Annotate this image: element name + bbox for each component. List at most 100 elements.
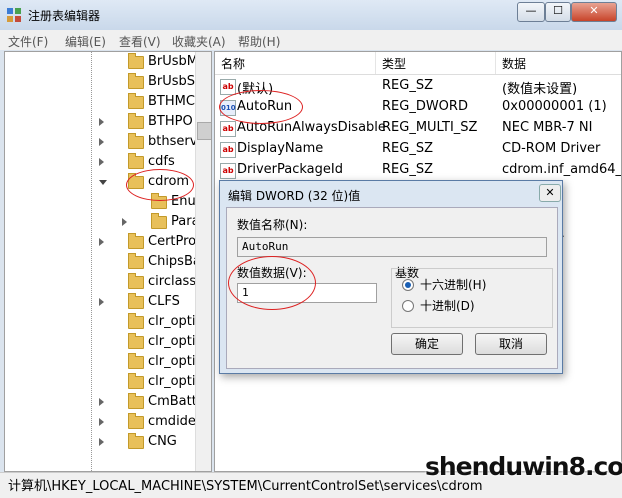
expand-arrow-icon[interactable] (99, 298, 104, 306)
tree-item[interactable]: BTHPO (5, 113, 195, 133)
string-value-icon: ab (220, 142, 236, 158)
tree-scroll-thumb[interactable] (197, 122, 211, 140)
expand-arrow-icon[interactable] (99, 438, 104, 446)
value-row[interactable]: ab AutoRunAlwaysDisable REG_MULTI_SZ NEC MB… (215, 118, 621, 139)
tree-item-label: CLFS (148, 294, 180, 309)
string-value-icon: ab (220, 163, 236, 179)
tree-item-label: clr_opti (148, 334, 196, 349)
dialog-close-button[interactable]: ✕ (539, 184, 561, 202)
tree-item-label: CmBatt (148, 394, 197, 409)
folder-icon (128, 153, 144, 169)
menu-help[interactable]: 帮助(H) (238, 33, 280, 50)
value-row[interactable]: 010 AutoRun REG_DWORD 0x00000001 (1) (215, 97, 621, 118)
value-row[interactable]: ab (默认) REG_SZ (数值未设置) (215, 76, 621, 97)
minimize-button[interactable]: — (517, 2, 545, 22)
menu-file[interactable]: 文件(F) (8, 33, 48, 50)
folder-icon (128, 253, 144, 269)
folder-icon (128, 413, 144, 429)
values-header: 名称 类型 数据 (215, 52, 621, 75)
tree-item[interactable]: BrUsbM (5, 53, 198, 73)
column-type[interactable]: 类型 (382, 55, 406, 72)
registry-tree[interactable]: BrUsbM BrUsbS BTHMC BTHPO bthserv cdfs cdrom En… (4, 51, 212, 472)
value-data-input[interactable]: 1 (237, 283, 377, 303)
value-row[interactable]: ab DriverPackageId REG_SZ cdrom.inf_amd64_n (215, 160, 621, 181)
column-data[interactable]: 数据 (502, 55, 526, 72)
menu-favorites[interactable]: 收藏夹(A) (172, 33, 226, 50)
hex-radio-label[interactable]: 十六进制(H) (420, 276, 486, 293)
folder-icon (128, 53, 144, 69)
folder-icon (128, 273, 144, 289)
string-value-icon: ab (220, 79, 236, 95)
folder-icon (128, 433, 144, 449)
folder-icon (151, 213, 167, 229)
tree-item[interactable]: cmdide (5, 413, 196, 433)
close-button[interactable]: ✕ (571, 2, 617, 22)
tree-item-label: cmdide (148, 414, 196, 429)
column-divider (495, 52, 496, 74)
expand-arrow-icon[interactable] (122, 218, 127, 226)
value-name: AutoRunAlwaysDisable (237, 120, 386, 135)
menu-edit[interactable]: 编辑(E) (65, 33, 106, 50)
registry-app-icon (7, 8, 21, 22)
tree-item[interactable]: BrUsbS (5, 73, 195, 93)
dialog-title: 编辑 DWORD (32 位)值 (228, 189, 361, 203)
value-data: NEC MBR-7 NI (502, 120, 593, 135)
tree-item[interactable]: clr_opti (5, 373, 196, 393)
value-type: REG_SZ (382, 141, 433, 156)
tree-item-label: BrUsbS (148, 74, 196, 89)
value-data-label: 数值数据(V): (237, 266, 307, 280)
menu-view[interactable]: 查看(V) (119, 33, 161, 50)
tree-item[interactable]: BTHMC (5, 93, 195, 113)
ok-button[interactable]: 确定 (391, 333, 463, 355)
tree-item-label: cdrom (148, 174, 190, 189)
tree-item[interactable]: bthserv (5, 133, 198, 153)
expand-arrow-icon[interactable] (99, 118, 104, 126)
value-row[interactable]: ab DisplayName REG_SZ CD-ROM Driver (215, 139, 621, 160)
value-type: REG_SZ (382, 78, 433, 93)
tree-item[interactable]: circlass (5, 273, 196, 293)
tree-item[interactable]: CertPro (5, 233, 196, 253)
column-name[interactable]: 名称 (221, 55, 245, 72)
value-name: DriverPackageId (237, 162, 343, 177)
folder-icon (128, 393, 144, 409)
tree-item[interactable]: cdrom (5, 173, 195, 193)
tree-item[interactable]: clr_opti (5, 313, 196, 333)
tree-item[interactable]: ChipsBa (5, 253, 201, 273)
tree-scrollbar[interactable] (195, 52, 211, 471)
tree-item[interactable]: Enu (5, 193, 196, 213)
edit-dword-dialog: 编辑 DWORD (32 位)值 ✕ 数值名称(N): AutoRun 数值数据… (219, 180, 563, 374)
value-type: REG_MULTI_SZ (382, 120, 478, 135)
tree-item[interactable]: CmBatt (5, 393, 197, 413)
tree-item[interactable]: cdfs (5, 153, 195, 173)
value-name-field: AutoRun (237, 237, 547, 257)
column-divider (375, 52, 376, 74)
tree-item[interactable]: clr_opti (5, 353, 196, 373)
tree-item-label: bthserv (148, 134, 198, 149)
cancel-button[interactable]: 取消 (475, 333, 547, 355)
tree-item[interactable]: clr_opti (5, 333, 196, 353)
expand-arrow-icon[interactable] (99, 418, 104, 426)
expand-arrow-icon[interactable] (99, 398, 104, 406)
value-name: DisplayName (237, 141, 324, 156)
window-title: 注册表编辑器 (28, 9, 101, 23)
dialog-body: 数值名称(N): AutoRun 数值数据(V): 1 基数 十六进制(H) 十… (226, 207, 558, 369)
hex-radio[interactable] (402, 279, 414, 291)
expand-arrow-icon[interactable] (99, 238, 104, 246)
collapse-arrow-icon[interactable] (99, 180, 107, 185)
maximize-button[interactable]: ☐ (545, 2, 571, 22)
expand-arrow-icon[interactable] (99, 158, 104, 166)
expand-arrow-icon[interactable] (99, 138, 104, 146)
tree-item[interactable]: Para (5, 213, 200, 233)
tree-item[interactable]: CNG (5, 433, 195, 453)
menu-bar: 文件(F) 编辑(E) 查看(V) 收藏夹(A) 帮助(H) (0, 30, 622, 50)
tree-item-label: CNG (148, 434, 177, 449)
tree-item[interactable]: CLFS (5, 293, 195, 313)
tree-item-label: clr_opti (148, 374, 196, 389)
value-type: REG_DWORD (382, 99, 468, 114)
tree-item-label: ChipsBa (148, 254, 201, 269)
tree-item-label: clr_opti (148, 354, 196, 369)
title-bar: 注册表编辑器 — ☐ ✕ (0, 0, 622, 30)
decimal-radio-label[interactable]: 十进制(D) (420, 297, 475, 314)
decimal-radio[interactable] (402, 300, 414, 312)
watermark: shenduwin8.com (425, 452, 622, 481)
